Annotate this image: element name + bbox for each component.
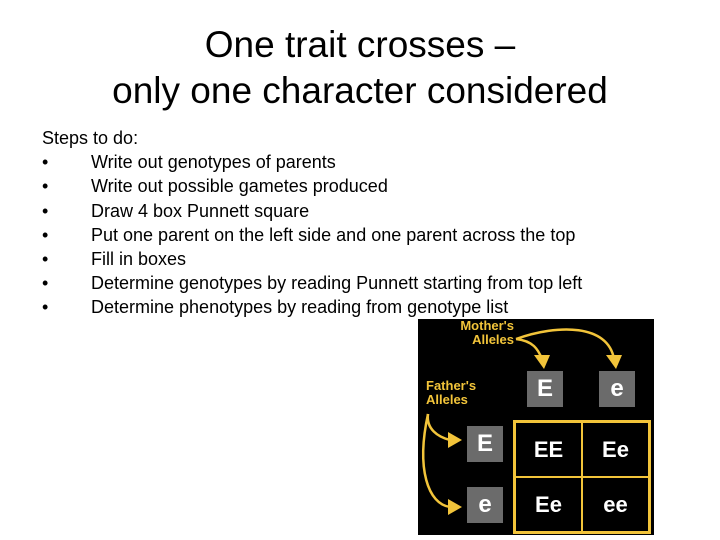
list-item: • Determine genotypes by reading Punnett … <box>42 271 582 295</box>
arrow-father-E <box>426 413 451 442</box>
father-alleles-label: Father's Alleles <box>426 378 477 407</box>
arrowhead <box>606 355 622 369</box>
punnett-cell: Ee <box>515 477 582 532</box>
bullet: • <box>42 224 49 245</box>
list-item: • Fill in boxes <box>42 247 582 271</box>
list-item: • Draw 4 box Punnett square <box>42 199 582 223</box>
bullet: • <box>42 200 49 221</box>
steps-heading: Steps to do: <box>42 128 139 148</box>
punnett-cell: ee <box>582 477 649 532</box>
punnett-cell: Ee <box>582 422 649 477</box>
list-item: • Determine phenotypes by reading from ge… <box>42 295 582 319</box>
bullet: • <box>42 176 49 197</box>
mother-alleles-label: Mother's Alleles <box>460 318 514 347</box>
punnett-grid: EE Ee Ee ee <box>513 420 651 534</box>
punnett-square-image: Mother's Alleles Father's Alleles E e E … <box>418 319 654 535</box>
title-line-2: only one character considered <box>112 70 608 111</box>
title-line-1: One trait crosses – <box>204 24 516 65</box>
arrowhead <box>448 499 462 515</box>
father-allele-2: e <box>467 487 503 523</box>
mother-allele-2: e <box>599 371 635 407</box>
list-item: • Write out genotypes of parents <box>42 150 582 174</box>
arrowhead <box>448 432 462 448</box>
bullet: • <box>42 249 49 270</box>
mother-allele-1: E <box>527 371 563 407</box>
bullet: • <box>42 273 49 294</box>
father-allele-1: E <box>467 426 503 462</box>
bullet: • <box>42 152 49 173</box>
punnett-cell: EE <box>515 422 582 477</box>
arrow-father-e <box>422 413 451 509</box>
list-item: • Write out possible gametes produced <box>42 174 582 198</box>
slide-title: One trait crosses – only one character c… <box>0 22 720 114</box>
steps-list: Steps to do: • Write out genotypes of par… <box>42 126 582 320</box>
bullet: • <box>42 297 49 318</box>
arrowhead <box>534 355 550 369</box>
list-item: • Put one parent on the left side and one… <box>42 223 582 247</box>
